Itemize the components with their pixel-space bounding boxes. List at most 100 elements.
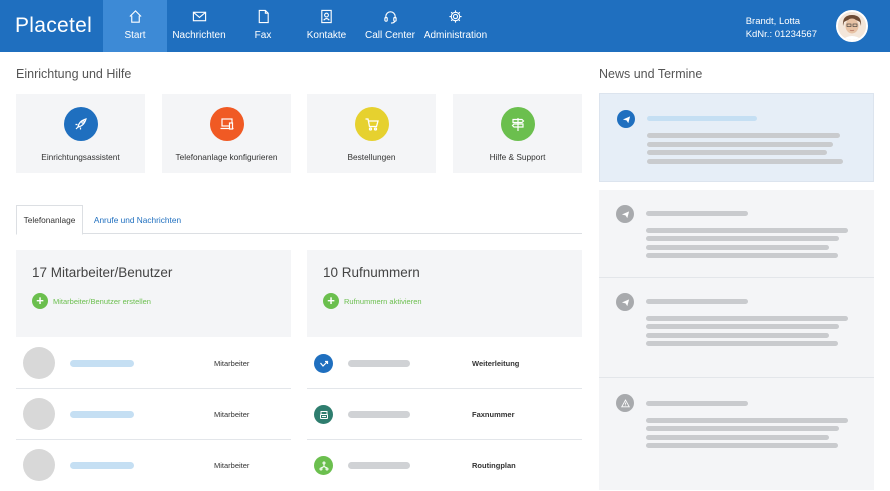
employee-row[interactable]: Mitarbeiter (16, 338, 291, 389)
nav-fax-label: Fax (254, 30, 272, 41)
avatar-placeholder (23, 347, 55, 379)
top-navigation-bar: Placetel Start Nachrichten Fax Kontakte … (0, 0, 890, 52)
card-hilfe-support[interactable]: Hilfe & Support (453, 94, 582, 173)
paper-plane-icon (617, 110, 635, 128)
home-icon (128, 10, 142, 23)
news-item[interactable] (599, 378, 874, 490)
create-employee-button[interactable]: + Mitarbeiter/Benutzer erstellen (32, 293, 151, 309)
news-text-placeholder (646, 253, 838, 258)
user-info[interactable]: Brandt, Lotta KdNr.: 01234567 (746, 15, 817, 41)
card-label: Bestellungen (347, 152, 396, 162)
news-text-placeholder (646, 245, 829, 250)
warning-icon (616, 394, 634, 412)
news-text-placeholder (647, 133, 840, 138)
signpost-icon (500, 107, 535, 141)
tab-anrufe-und-nachrichten[interactable]: Anrufe und Nachrichten (90, 205, 185, 234)
news-section-title: News und Termine (599, 67, 703, 81)
numbers-count-title: 10 Rufnummern (323, 265, 420, 280)
card-label: Hilfe & Support (489, 152, 546, 162)
employees-panel-header: 17 Mitarbeiter/Benutzer + Mitarbeiter/Be… (16, 250, 291, 337)
main-nav: Start Nachrichten Fax Kontakte Call Cent… (103, 0, 489, 52)
app-logo[interactable]: Placetel (15, 14, 92, 38)
news-headline-placeholder (646, 299, 748, 304)
fax-document-icon (258, 9, 269, 24)
news-text-placeholder (646, 333, 829, 338)
news-text-placeholder (646, 324, 839, 329)
nav-nachrichten[interactable]: Nachrichten (167, 0, 231, 52)
news-text-placeholder (647, 142, 833, 147)
routing-icon (314, 456, 333, 475)
number-row[interactable]: Faxnummer (307, 389, 582, 440)
headset-icon (383, 11, 397, 24)
mail-icon (192, 11, 206, 22)
number-row[interactable]: Weiterleitung (307, 338, 582, 389)
news-item[interactable] (599, 278, 874, 378)
paper-plane-icon (616, 293, 634, 311)
tab-bar: Telefonanlage Anrufe und Nachrichten (16, 205, 582, 235)
name-placeholder (70, 360, 134, 367)
card-label: Telefonanlage konfigurieren (175, 152, 278, 162)
card-telefonanlage-konfigurieren[interactable]: Telefonanlage konfigurieren (162, 94, 291, 173)
news-headline-placeholder (646, 211, 748, 216)
number-type: Routingplan (472, 461, 516, 470)
number-placeholder (348, 462, 410, 469)
news-text-placeholder (646, 418, 848, 423)
create-employee-label: Mitarbeiter/Benutzer erstellen (53, 296, 151, 306)
card-einrichtungsassistent[interactable]: Einrichtungsassistent (16, 94, 145, 173)
setup-section-title: Einrichtung und Hilfe (16, 67, 132, 81)
employee-role: Mitarbeiter (214, 410, 250, 419)
number-type: Faxnummer (472, 410, 515, 419)
contacts-book-icon (321, 9, 332, 24)
tab-telefonanlage[interactable]: Telefonanlage (16, 205, 83, 235)
name-placeholder (70, 411, 134, 418)
nav-kontakte-label: Kontakte (306, 30, 347, 41)
nav-start[interactable]: Start (103, 0, 167, 52)
fax-icon (314, 405, 333, 424)
rocket-icon (63, 107, 98, 141)
employee-row[interactable]: Mitarbeiter (16, 389, 291, 440)
avatar-placeholder (23, 398, 55, 430)
news-headline-placeholder (647, 116, 757, 121)
number-type: Weiterleitung (472, 359, 520, 368)
plus-icon: + (323, 293, 339, 309)
news-item[interactable] (599, 190, 874, 278)
forward-arrow-icon (314, 354, 333, 373)
computer-phone-icon (209, 107, 244, 141)
news-text-placeholder (646, 236, 839, 241)
number-placeholder (348, 411, 410, 418)
employee-role: Mitarbeiter (214, 461, 250, 470)
gear-icon (449, 10, 462, 23)
nav-administration-label: Administration (423, 30, 488, 41)
employee-role: Mitarbeiter (214, 359, 250, 368)
card-bestellungen[interactable]: Bestellungen (307, 94, 436, 173)
nav-kontakte[interactable]: Kontakte (295, 0, 358, 52)
nav-administration[interactable]: Administration (422, 0, 489, 52)
news-headline-placeholder (646, 401, 748, 406)
activate-numbers-button[interactable]: + Rufnummern aktivieren (323, 293, 422, 309)
number-row[interactable]: Routingplan (307, 440, 582, 491)
news-text-placeholder (646, 435, 829, 440)
plus-icon: + (32, 293, 48, 309)
employee-row[interactable]: Mitarbeiter (16, 440, 291, 491)
number-placeholder (348, 360, 410, 367)
avatar-portrait-icon (838, 12, 866, 40)
nav-call-center-label: Call Center (364, 30, 416, 41)
shopping-cart-icon (354, 107, 389, 141)
employees-count-title: 17 Mitarbeiter/Benutzer (32, 265, 173, 280)
numbers-panel-header: 10 Rufnummern + Rufnummern aktivieren (307, 250, 582, 337)
news-text-placeholder (646, 443, 838, 448)
news-text-placeholder (647, 150, 827, 155)
user-avatar[interactable] (836, 10, 868, 42)
news-text-placeholder (646, 316, 848, 321)
paper-plane-icon (616, 205, 634, 223)
user-name: Brandt, Lotta (745, 16, 801, 27)
avatar-placeholder (23, 449, 55, 481)
nav-fax[interactable]: Fax (231, 0, 295, 52)
news-text-placeholder (646, 341, 838, 346)
news-text-placeholder (646, 426, 839, 431)
news-text-placeholder (646, 228, 848, 233)
nav-call-center[interactable]: Call Center (358, 0, 422, 52)
news-item[interactable] (599, 93, 874, 182)
news-list (599, 93, 874, 490)
nav-nachrichten-label: Nachrichten (172, 30, 226, 41)
